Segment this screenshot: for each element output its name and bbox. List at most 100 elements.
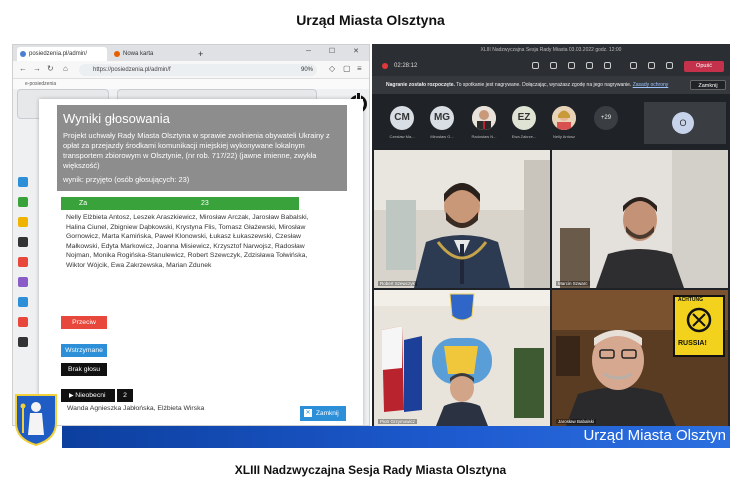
video-tile-robert[interactable]: Robert Szewczyk: [374, 150, 550, 288]
window-controls[interactable]: ─ ☐ ✕: [306, 47, 367, 55]
back-icon[interactable]: ←: [19, 64, 27, 73]
sidebar-icon[interactable]: [18, 197, 28, 207]
video-name: Marcin Szwarc: [556, 281, 590, 286]
participant-name: Radosław N...: [471, 134, 497, 139]
participant-avatar[interactable]: CM: [390, 106, 414, 130]
self-avatar[interactable]: O: [672, 112, 694, 134]
participant-avatar[interactable]: EZ: [512, 106, 536, 130]
sign-russia-text: RUSSIA!: [678, 340, 707, 347]
shield-icon[interactable]: ◇: [329, 64, 335, 73]
speaker-video: [374, 150, 550, 288]
absent-count: 2: [117, 389, 133, 402]
participant-name: Nelly Antosz: [552, 134, 575, 139]
privacy-link[interactable]: Zasady ochrony: [633, 82, 669, 88]
sidebar-icon[interactable]: [18, 337, 28, 347]
tab-admin-label: posiedzenia.pl/admin/: [29, 51, 88, 57]
sidebar-icon[interactable]: [18, 297, 28, 307]
speaker-video: [552, 290, 728, 426]
vote-result: wynik: przyjęto (osób głosujących: 23): [63, 175, 190, 184]
video-tile-marcin[interactable]: Marcin Szwarc: [552, 150, 728, 288]
tab-new-label: Nowa karta: [123, 51, 154, 57]
extensions-icon[interactable]: ▢: [343, 64, 351, 73]
reload-icon[interactable]: ↻: [47, 64, 54, 73]
browser-window: posiedzenia.pl/admin/ Nowa karta + ─ ☐ ✕…: [12, 44, 370, 426]
video-name: Piotr Grzymowicz: [378, 419, 418, 424]
participant-name: Mirosław G...: [430, 134, 454, 139]
page-bottom-title: XLIII Nadzwyczajna Sesja Rady Miasta Ols…: [234, 463, 507, 477]
votes-against-button[interactable]: Przeciw: [61, 316, 107, 329]
leave-button[interactable]: Opuść: [684, 61, 724, 72]
reactions-icon[interactable]: [568, 62, 575, 69]
city-hall-banner: Urząd Miasta Olsztyn: [62, 426, 730, 448]
view-icon[interactable]: [586, 62, 593, 69]
notice-close-button[interactable]: Zamknij: [690, 80, 726, 90]
votes-abstain-button[interactable]: Wstrzymane: [61, 344, 107, 357]
sidebar-icon[interactable]: [18, 217, 28, 227]
recording-icon: [382, 63, 388, 69]
video-name: Jarosław Babalski: [556, 419, 597, 424]
people-icon[interactable]: [532, 62, 539, 69]
person-photo-icon: [472, 106, 496, 130]
notice-bold: Nagranie zostało rozpoczęte.: [386, 82, 455, 88]
recording-notice: Nagranie zostało rozpoczęte. To spotkani…: [372, 76, 730, 94]
menu-icon[interactable]: ≡: [357, 64, 362, 73]
votes-for-count: 23: [201, 200, 209, 207]
voting-results-modal: Wyniki głosowania Projekt uchwały Rady M…: [39, 99, 363, 425]
new-tab-button[interactable]: +: [195, 47, 209, 61]
modal-title: Wyniki głosowania: [63, 111, 170, 126]
absent-label: ▶ Nieobecni: [61, 389, 115, 402]
participant-photo-avatar[interactable]: [472, 106, 496, 130]
mic-off-icon[interactable]: [648, 62, 655, 69]
meeting-timer: 02:28:12: [394, 63, 418, 69]
address-bar[interactable]: https://posiedzenia.pl/admin/f 90%: [79, 64, 317, 76]
sidebar-icon[interactable]: [18, 237, 28, 247]
no-vote-button[interactable]: Brak głosu: [61, 363, 107, 376]
more-participants[interactable]: +29: [594, 106, 618, 130]
person-photo-icon: [552, 106, 576, 130]
tab-admin[interactable]: posiedzenia.pl/admin/: [17, 47, 107, 61]
votes-for-label: Za: [79, 200, 88, 207]
sidebar-icon[interactable]: [18, 317, 28, 327]
participant-avatar[interactable]: MG: [430, 106, 454, 130]
speaker-video: [374, 290, 550, 426]
participant-name: Czesław Ma...: [389, 134, 415, 139]
video-name: Robert Szewczyk: [378, 281, 417, 286]
sidebar-icon[interactable]: [18, 257, 28, 267]
chat-icon[interactable]: [550, 62, 557, 69]
share-icon[interactable]: [666, 62, 673, 69]
banner-text: Urząd Miasta Olsztyn: [583, 427, 726, 444]
video-tile-mayor[interactable]: Piotr Grzymowicz: [374, 290, 550, 426]
votes-for-names: Nelly Elżbieta Antosz, Leszek Araszkiewi…: [66, 214, 309, 269]
firefox-icon: [114, 51, 120, 57]
speaker-video: [552, 150, 728, 288]
notice-text: To spotkanie jest nagrywane. Dołączając,…: [454, 82, 632, 88]
resolution-description: Projekt uchwały Rady Miasta Olsztyna w s…: [63, 131, 330, 170]
self-view-tile: O: [644, 102, 726, 144]
forward-icon[interactable]: →: [33, 64, 41, 73]
zoom-level[interactable]: 90%: [301, 64, 313, 76]
home-icon[interactable]: ⌂: [63, 64, 68, 73]
bookmark-item[interactable]: e-posiedzenia: [25, 81, 56, 87]
globe-icon: [20, 51, 26, 57]
tab-new[interactable]: Nowa karta: [111, 47, 191, 61]
bookmarks-bar: e-posiedzenia: [13, 79, 369, 89]
coat-of-arms-icon: [15, 394, 57, 447]
sidebar-icon[interactable]: [18, 177, 28, 187]
meeting-toolbar: 02:28:12 Opuść: [372, 56, 730, 76]
close-modal-button[interactable]: Zamknij: [300, 406, 346, 421]
absent-names: Wanda Agnieszka Jabłońska, Elżbieta Wirs…: [67, 405, 205, 412]
absent-label-text: Nieobecni: [75, 392, 106, 399]
video-tile-jaroslaw[interactable]: ACHTUNG RUSSIA! Jarosław Babalski: [552, 290, 728, 426]
more-icon[interactable]: [604, 62, 611, 69]
tab-bar: posiedzenia.pl/admin/ Nowa karta + ─ ☐ ✕: [13, 45, 369, 61]
participant-name: Ewa Zakrze...: [511, 134, 537, 139]
camera-off-icon[interactable]: [630, 62, 637, 69]
modal-header: Wyniki głosowania Projekt uchwały Rady M…: [57, 105, 347, 191]
votes-for-bar: Za 23: [61, 197, 299, 210]
page-top-title: Urząd Miasta Olsztyna: [296, 12, 445, 28]
meeting-title: XLIII Nadzwyczajna Sesja Rady Miasta 03.…: [372, 44, 730, 56]
participant-photo-avatar[interactable]: [552, 106, 576, 130]
sign-achtung-text: ACHTUNG: [678, 297, 703, 303]
url-text: https://posiedzenia.pl/admin/f: [93, 67, 171, 73]
sidebar-icon[interactable]: [18, 277, 28, 287]
